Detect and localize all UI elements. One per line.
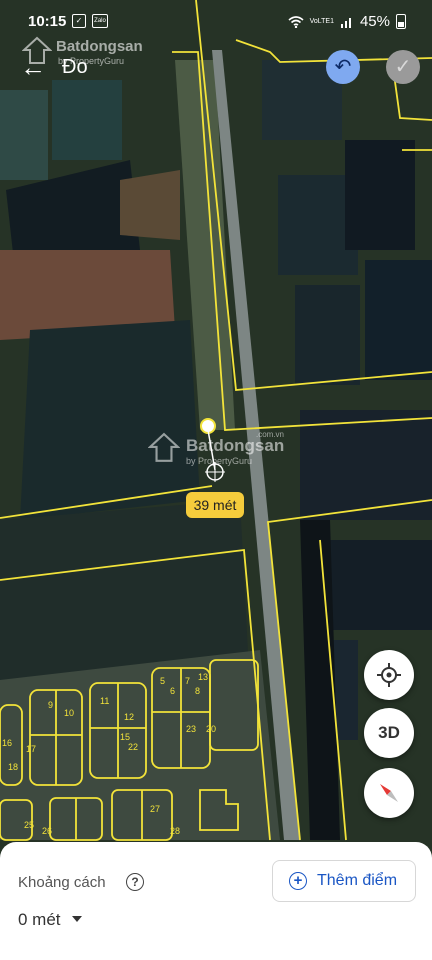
clock: 10:15: [28, 13, 67, 30]
distance-value[interactable]: 0 mét: [18, 910, 61, 930]
parcel-number: 18: [8, 762, 18, 772]
3d-toggle-button[interactable]: 3D: [364, 708, 414, 758]
parcel-number: 20: [206, 724, 216, 734]
distance-label-text: Khoảng cách: [18, 874, 106, 891]
confirm-button[interactable]: ✓: [386, 50, 420, 84]
undo-button[interactable]: ↶: [326, 50, 360, 84]
dropdown-caret-icon[interactable]: [72, 916, 82, 922]
watermark-sub: by PropertyGuru: [186, 456, 253, 466]
parcel-number: 7: [185, 676, 190, 686]
parcel-number: 28: [170, 826, 180, 836]
undo-icon: ↶: [334, 56, 352, 78]
my-location-icon: [377, 663, 401, 687]
battery-percent: 45%: [359, 13, 390, 30]
compass-button[interactable]: [364, 768, 414, 818]
page-title: Đo: [62, 56, 88, 78]
status-right: VoLTE1 45%: [288, 13, 406, 30]
parcel-number: 5: [160, 676, 165, 686]
parcel-number: 12: [124, 712, 134, 722]
parcel-number: 10: [64, 708, 74, 718]
batdongsan-logo-icon: [147, 432, 181, 462]
add-circle-icon: +: [289, 872, 307, 890]
parcel-number: 27: [150, 804, 160, 814]
parcel-number: 15: [120, 732, 130, 742]
parcel-number: 11: [100, 696, 109, 706]
top-bar: ← Đo: [0, 44, 432, 90]
parcel-number: 22: [128, 742, 138, 752]
parcel-number: 17: [26, 744, 36, 754]
parcel-number: 23: [186, 724, 196, 734]
parcel-number: 26: [42, 826, 52, 836]
network-type: VoLTE1: [309, 18, 334, 25]
satellite-map[interactable]: 5 6 7 8 9 10 11 12 13 15 16 17 18 20 22 …: [0, 0, 432, 960]
watermark-center: Batdongsan by PropertyGuru .com.vn: [147, 430, 284, 469]
help-icon[interactable]: ?: [126, 873, 144, 891]
battery-icon: [396, 14, 406, 29]
parcel-number: 13: [198, 672, 208, 682]
parcel-number: 8: [195, 686, 200, 696]
wifi-icon: [288, 15, 304, 28]
compass-icon: [380, 784, 398, 802]
watermark-domain: .com.vn: [256, 430, 285, 439]
measure-panel: Khoảng cách ? 0 mét + Thêm điểm: [0, 842, 432, 960]
signal-icon: [340, 17, 351, 28]
parcel-number: 9: [48, 700, 53, 710]
zalo-notification-icon: Zalo: [92, 14, 108, 28]
parcel-number: 25: [24, 820, 34, 830]
parcel-number: 6: [170, 686, 175, 696]
check-icon: ✓: [394, 56, 412, 78]
parcel-number: 16: [2, 738, 12, 748]
watermark-name: Batdongsan: [186, 436, 285, 455]
back-arrow-icon[interactable]: ←: [18, 52, 48, 82]
distance-label: 39 mét: [186, 492, 244, 518]
check-notification-icon: ✓: [72, 14, 86, 28]
my-location-button[interactable]: [364, 650, 414, 700]
add-point-label: Thêm điểm: [317, 872, 398, 889]
add-point-button[interactable]: + Thêm điểm: [272, 860, 416, 902]
